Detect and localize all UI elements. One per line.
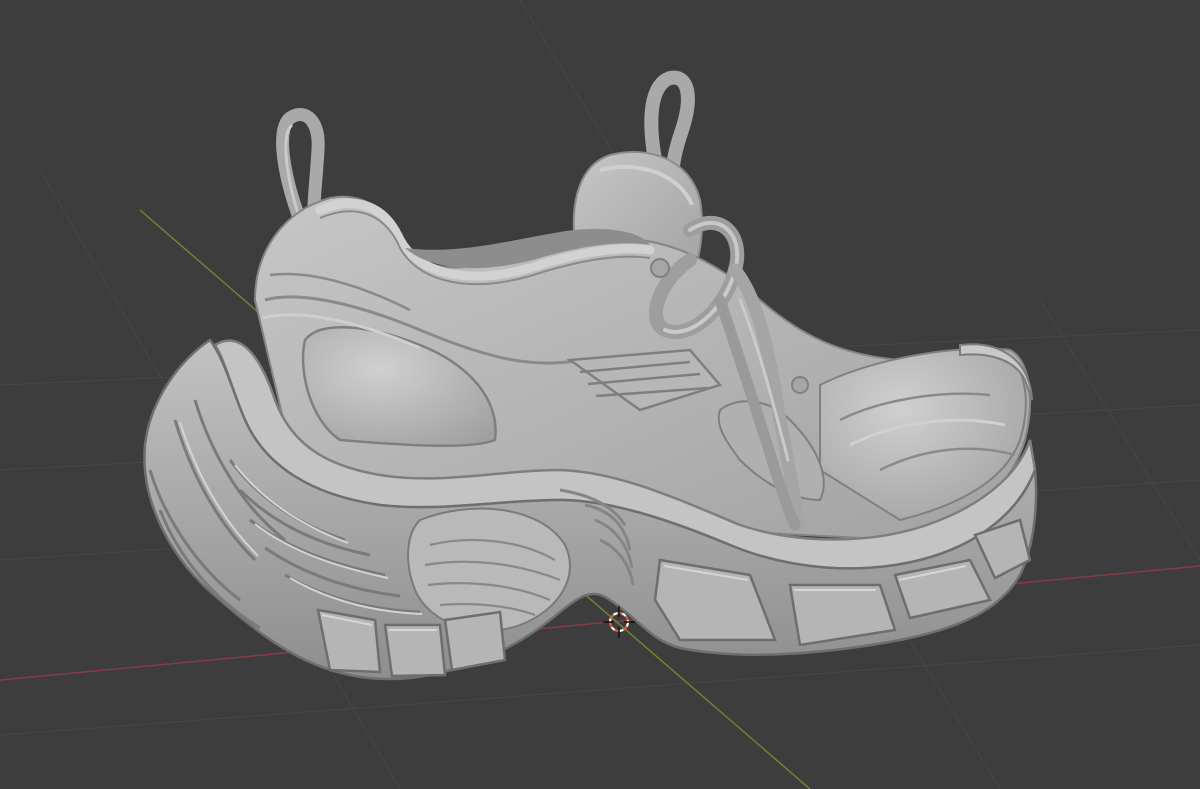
viewport-canvas[interactable] — [0, 0, 1200, 789]
sneaker-model[interactable] — [143, 70, 1038, 681]
3d-viewport[interactable] — [0, 0, 1200, 789]
